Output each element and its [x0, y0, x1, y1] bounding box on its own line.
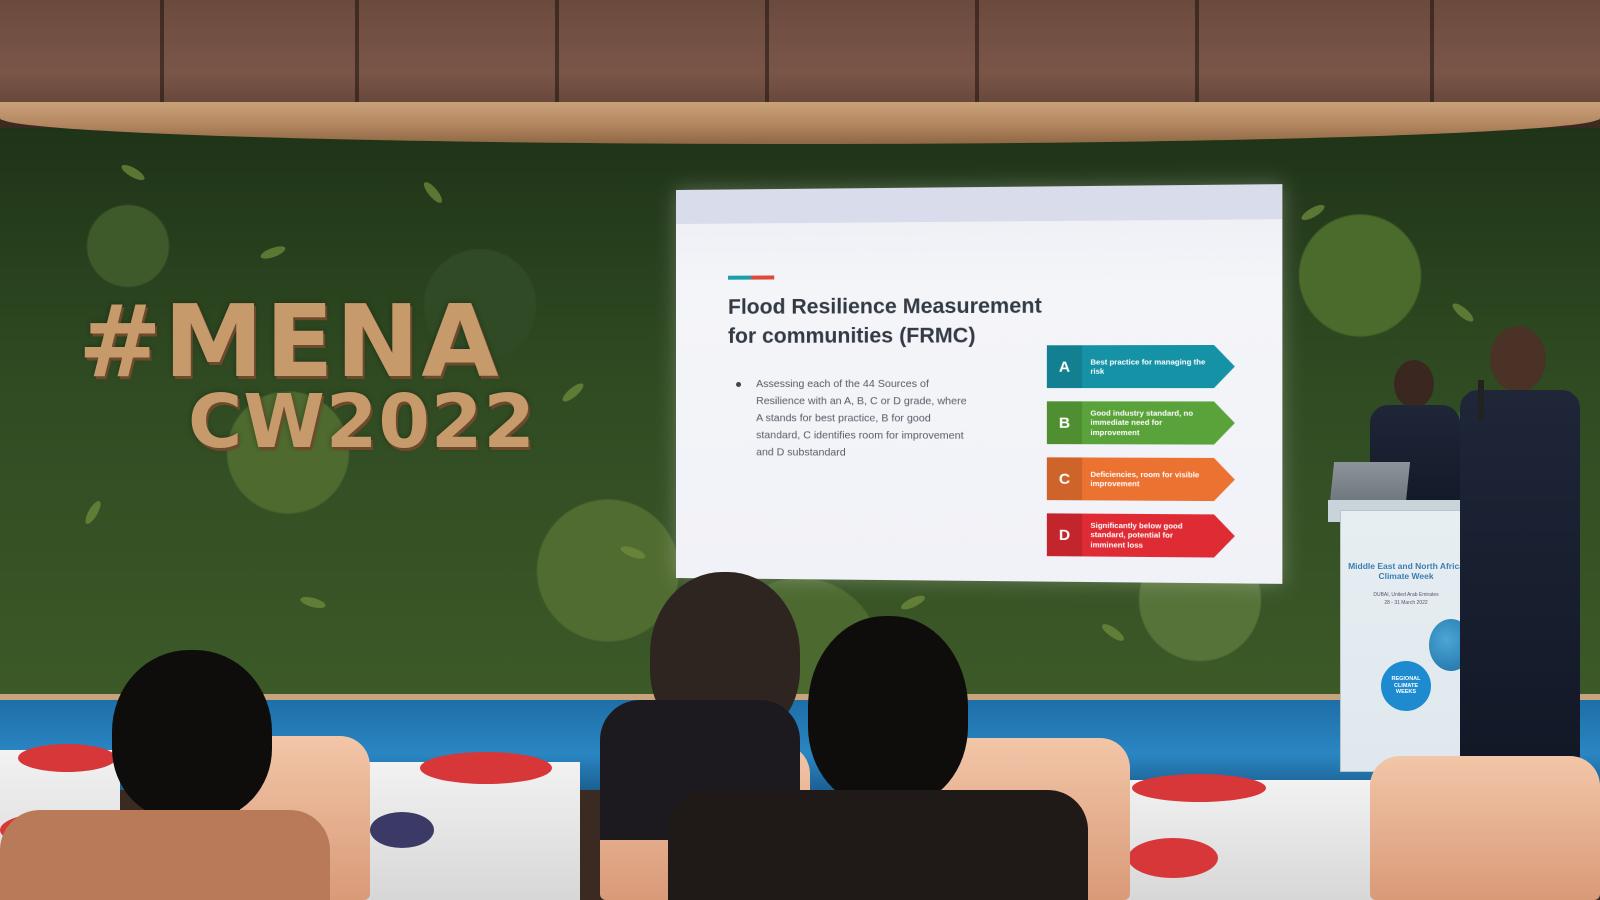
red-cushion [1128, 838, 1218, 878]
leaf [259, 243, 287, 262]
grade-description: Best practice for managing the risk [1090, 356, 1206, 376]
leaf [899, 592, 927, 613]
leaf [619, 543, 647, 562]
event-hashtag-sign: #MENA CW2022 [78, 283, 598, 460]
podium-location: DUBAI, United Arab Emirates [1373, 592, 1439, 598]
bullet-text: Assessing each of the 44 Sources of Resi… [756, 377, 967, 459]
red-cushion [18, 744, 116, 772]
speaker-suit [1460, 390, 1580, 760]
title-accent-bar [728, 275, 775, 280]
audience-body [0, 810, 330, 900]
leaf [1450, 300, 1476, 325]
grade-letter: A [1047, 345, 1082, 388]
regional-climate-weeks-badge: REGIONAL CLIMATE WEEKS [1381, 661, 1431, 711]
leaf [1099, 621, 1127, 644]
leaf [1299, 202, 1327, 223]
presenter-head [1394, 360, 1434, 408]
slide-title-line-1: Flood Resilience Measurement [728, 294, 1042, 319]
purple-cushion [370, 812, 434, 848]
hashtag-line-1: #MENA [78, 283, 501, 400]
badge-text: REGIONAL CLIMATE WEEKS [1391, 676, 1421, 696]
podium-event-details: DUBAI, United Arab Emirates 28 - 31 Marc… [1341, 591, 1471, 607]
leaf [299, 594, 327, 611]
leaf [119, 162, 147, 183]
leaf [421, 179, 445, 206]
laptop [1329, 462, 1411, 502]
grade-list: A Best practice for managing the risk B … [1047, 345, 1235, 571]
red-cushion [1132, 774, 1266, 802]
microphone-icon [1478, 380, 1484, 420]
speaker-head [1490, 326, 1546, 392]
grade-c-arrow: C Deficiencies, room for visible improve… [1047, 457, 1235, 501]
grade-b-arrow: B Good industry standard, no immediate n… [1047, 401, 1235, 444]
red-cushion [420, 752, 552, 784]
audience-body [668, 790, 1088, 900]
audience-chair [1370, 756, 1600, 900]
bullet-dot-icon [736, 381, 742, 388]
projection-screen: Flood Resilience Measurement for communi… [676, 184, 1283, 584]
grade-a-arrow: A Best practice for managing the risk [1047, 345, 1235, 388]
grade-letter: C [1047, 457, 1082, 500]
grade-letter: B [1047, 401, 1082, 444]
slide-title-line-2: for communities (FRMC) [728, 324, 976, 348]
grade-letter: D [1047, 513, 1082, 556]
audience-head [808, 616, 968, 806]
podium: Middle East and North Africa Climate Wee… [1340, 510, 1473, 772]
conference-scene: #MENA CW2022 Flood Resilience Measuremen… [0, 0, 1600, 900]
grade-description: Deficiencies, room for visible improveme… [1090, 469, 1200, 489]
slide-title: Flood Resilience Measurement for communi… [728, 292, 1064, 352]
podium-dates: 28 - 31 March 2022 [1384, 600, 1428, 606]
screen-top-band [676, 184, 1283, 224]
grade-d-arrow: D Significantly below good standard, pot… [1047, 513, 1235, 557]
podium-event-title: Middle East and North Africa Climate Wee… [1348, 561, 1464, 582]
audience-head [112, 650, 272, 820]
leaf [82, 498, 104, 527]
slide-bullet: Assessing each of the 44 Sources of Resi… [736, 376, 975, 462]
grade-description: Good industry standard, no immediate nee… [1090, 408, 1194, 437]
grade-description: Significantly below good standard, poten… [1090, 520, 1183, 550]
